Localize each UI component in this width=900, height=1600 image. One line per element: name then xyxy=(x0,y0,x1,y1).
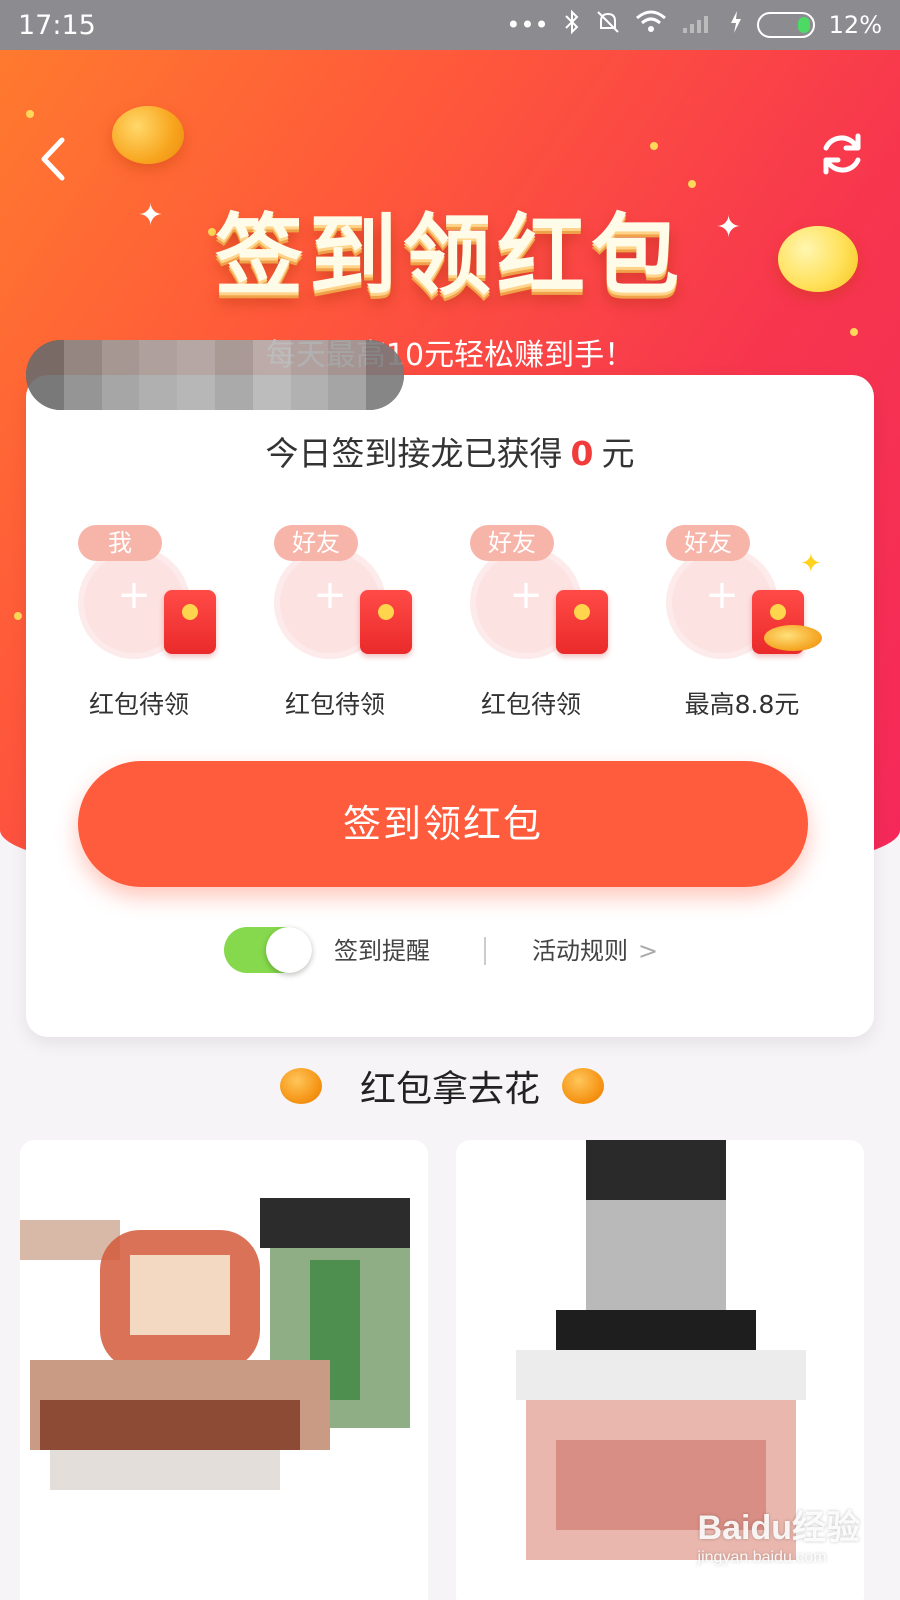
slot-label: 红包待领 xyxy=(88,690,189,719)
watermark-brand: Baidu经验 xyxy=(697,1509,860,1547)
baidu-watermark: Baidu经验 jingyan.baidu.com xyxy=(698,1500,860,1567)
reminder-row: 签到提醒 活动规则 > xyxy=(26,923,874,977)
earned-amount: 0 xyxy=(570,434,594,473)
wifi-icon xyxy=(635,10,667,40)
sparkle-dot xyxy=(26,110,34,118)
refresh-icon xyxy=(823,133,861,175)
slot-friend-2[interactable]: + 好友 红包待领 xyxy=(456,525,636,725)
slot-tag: 好友 xyxy=(470,525,554,561)
slot-tag: 我 xyxy=(78,525,162,561)
rules-link[interactable]: 活动规则 > xyxy=(532,931,658,966)
checkin-slots: + 我 红包待领 + 好友 红包待领 + 好友 红包待领 + 好友 ✦ 最高8.… xyxy=(64,525,864,725)
slot-label: 红包待领 xyxy=(480,690,581,719)
red-envelope-icon xyxy=(360,590,412,654)
sparkle-icon: ✦ xyxy=(800,549,822,579)
divider xyxy=(484,937,486,965)
user-info-pill xyxy=(26,340,404,410)
battery-icon xyxy=(756,12,815,38)
red-envelope-icon xyxy=(164,590,216,654)
coin-icon xyxy=(562,1068,604,1104)
product-image xyxy=(20,1140,428,1600)
checkin-button[interactable]: 签到领红包 xyxy=(78,761,808,887)
back-button[interactable] xyxy=(28,130,78,190)
status-time: 17:15 xyxy=(18,9,96,41)
bluetooth-icon xyxy=(563,9,581,41)
section-title: 红包拿去花 xyxy=(359,1069,540,1110)
slot-tag: 好友 xyxy=(274,525,358,561)
battery-percent: 12% xyxy=(828,11,882,39)
slot-me[interactable]: + 我 红包待领 xyxy=(64,525,244,725)
signal-icon xyxy=(681,10,715,40)
rules-label: 活动规则 xyxy=(532,937,628,965)
gold-coin-decoration xyxy=(112,106,184,164)
watermark-url: jingyan.baidu.com xyxy=(697,1549,827,1566)
toggle-knob xyxy=(266,927,312,973)
slot-friend-3[interactable]: + 好友 ✦ 最高8.8元 xyxy=(652,525,832,725)
slot-tag: 好友 xyxy=(666,525,750,561)
earned-summary: 今日签到接龙已获得 0 元 xyxy=(26,427,874,475)
chevron-left-icon xyxy=(41,137,65,181)
page-title: 签到领红包 xyxy=(214,204,685,307)
refresh-button[interactable] xyxy=(816,128,876,188)
red-envelope-icon xyxy=(556,590,608,654)
coin-stack-icon xyxy=(764,625,822,651)
sparkle-dot xyxy=(14,612,22,620)
earned-suffix: 元 xyxy=(601,434,635,473)
bell-muted-icon xyxy=(595,9,621,41)
chevron-right-icon: > xyxy=(638,937,659,965)
charging-icon xyxy=(729,10,743,40)
earned-prefix: 今日签到接龙已获得 xyxy=(265,434,563,473)
status-bar: 17:15 ••• 12% xyxy=(0,0,900,50)
slot-label: 最高8.8元 xyxy=(684,690,800,719)
checkin-card: 今日签到接龙已获得 0 元 + 我 红包待领 + 好友 红包待领 + 好友 红包待领… xyxy=(26,375,874,1037)
sparkle-dot xyxy=(650,142,658,150)
slot-friend-1[interactable]: + 好友 红包待领 xyxy=(260,525,440,725)
reminder-toggle[interactable] xyxy=(224,927,312,973)
reminder-label: 签到提醒 xyxy=(334,937,430,965)
slot-label: 红包待领 xyxy=(284,690,385,719)
more-dots-icon: ••• xyxy=(506,11,549,39)
product-card[interactable] xyxy=(20,1140,428,1600)
status-icons: ••• 12% xyxy=(506,9,882,41)
